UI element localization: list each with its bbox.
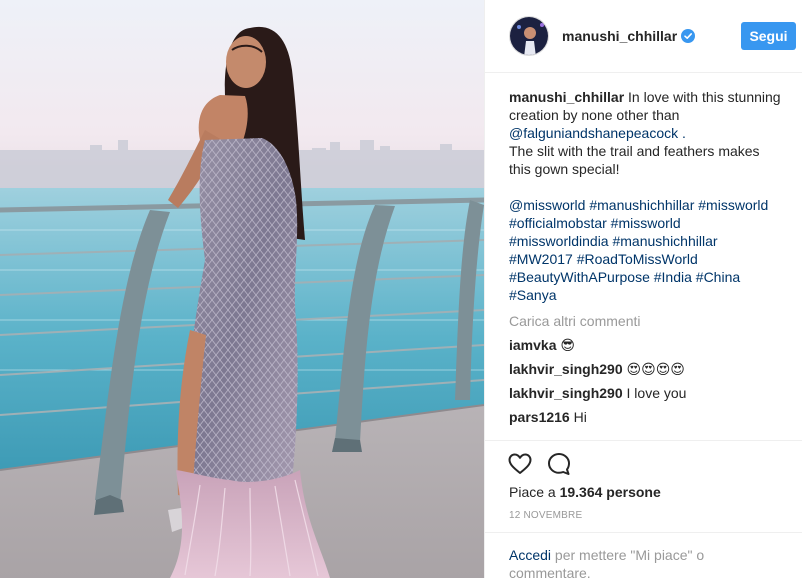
comment-text: I love you bbox=[626, 385, 687, 401]
hashtags-line[interactable]: #officialmobstar #missworld bbox=[509, 214, 789, 232]
post-image bbox=[0, 0, 484, 578]
comment-item: iamvka 😎 bbox=[509, 336, 789, 354]
caption-mention[interactable]: @falguniandshanepeacock . bbox=[509, 124, 789, 142]
caption-line: this gown special! bbox=[509, 161, 620, 177]
post-date[interactable]: 12 NOVEMBRE bbox=[509, 510, 582, 521]
comment-text: 😎 bbox=[560, 337, 575, 353]
comment-item: lakhvir_singh290 😍😍😍😍 bbox=[509, 360, 789, 378]
hashtags-line[interactable]: @missworld #manushichhillar #missworld bbox=[509, 196, 789, 214]
caption-line: The slit with the trail and feathers mak… bbox=[509, 143, 760, 159]
hashtags-line[interactable]: #MW2017 #RoadToMissWorld bbox=[509, 250, 789, 268]
login-prompt: Accedi per mettere "Mi piace" o commenta… bbox=[485, 532, 802, 578]
likes-number[interactable]: 19.364 persone bbox=[560, 484, 661, 500]
avatar-image bbox=[510, 17, 548, 55]
hashtags-line[interactable]: #BeautyWithAPurpose #India #China bbox=[509, 268, 789, 286]
comment-item: lakhvir_singh290 I love you bbox=[509, 384, 789, 402]
comment-item: pars1216 Hi bbox=[509, 408, 789, 426]
instagram-post: manushi_chhillar Segui manushi_chhillar … bbox=[0, 0, 802, 578]
verified-badge-icon bbox=[681, 29, 696, 43]
comments-list[interactable]: manushi_chhillar In love with this stunn… bbox=[509, 88, 789, 440]
post-caption: manushi_chhillar In love with this stunn… bbox=[509, 88, 789, 304]
hashtags-line[interactable]: #Sanya bbox=[509, 286, 789, 304]
caption-line: In love with this stunning bbox=[628, 89, 781, 105]
heart-icon[interactable] bbox=[507, 451, 533, 477]
follow-button[interactable]: Segui bbox=[741, 22, 796, 50]
likes-count[interactable]: Piace a 19.364 persone bbox=[509, 484, 661, 500]
load-more-comments[interactable]: Carica altri commenti bbox=[509, 312, 789, 330]
comment-author[interactable]: iamvka bbox=[509, 337, 556, 353]
post-header: manushi_chhillar Segui bbox=[485, 0, 802, 73]
comment-author[interactable]: pars1216 bbox=[509, 409, 570, 425]
avatar[interactable] bbox=[509, 16, 549, 56]
comment-text: 😍😍😍😍 bbox=[626, 361, 685, 377]
comment-icon[interactable] bbox=[546, 451, 572, 477]
comment-author[interactable]: lakhvir_singh290 bbox=[509, 361, 623, 377]
hashtags-line[interactable]: #missworldindia #manushichhillar bbox=[509, 232, 789, 250]
comment-text: Hi bbox=[573, 409, 587, 425]
post-author-username[interactable]: manushi_chhillar bbox=[562, 28, 677, 44]
post-photo[interactable] bbox=[0, 0, 484, 578]
comment-author[interactable]: lakhvir_singh290 bbox=[509, 385, 623, 401]
login-link[interactable]: Accedi bbox=[509, 547, 551, 563]
caption-line: creation by none other than bbox=[509, 107, 680, 123]
post-side-panel: manushi_chhillar Segui manushi_chhillar … bbox=[484, 0, 802, 578]
likes-prefix: Piace a bbox=[509, 484, 556, 500]
caption-author[interactable]: manushi_chhillar bbox=[509, 89, 624, 105]
actions-divider bbox=[485, 440, 802, 441]
